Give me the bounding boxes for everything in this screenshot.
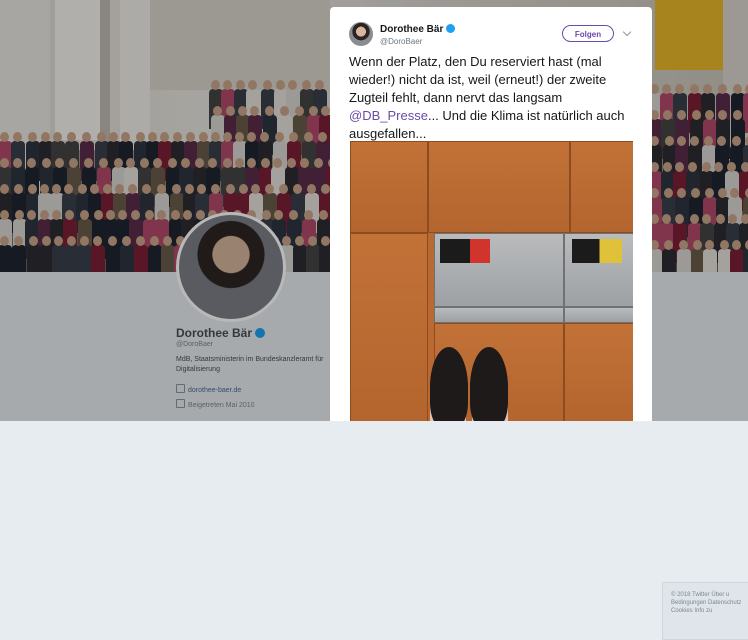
tweet-modal: Dorothee Bär @DoroBaer Folgen Wenn der P… (330, 7, 652, 421)
follow-button[interactable]: Folgen (562, 25, 614, 42)
tweet-author-avatar[interactable] (349, 22, 373, 46)
chevron-down-icon[interactable] (622, 27, 632, 37)
tweet-author-handle[interactable]: @DoroBaer (380, 37, 422, 46)
footer-links: © 2018 Twitter Über u Bedingungen Datens… (662, 582, 748, 640)
footer-line[interactable]: Bedingungen Datenschutz (663, 599, 748, 607)
verified-badge-icon (446, 24, 456, 33)
tweet-text: Wenn der Platz, den Du reserviert hast (… (349, 54, 625, 141)
footer-line[interactable]: © 2018 Twitter Über u (663, 591, 748, 599)
tweet-photo[interactable] (350, 141, 633, 421)
mention-link[interactable]: @DB_Presse (349, 108, 428, 123)
tweet-author-name[interactable]: Dorothee Bär (380, 24, 456, 35)
footer-line[interactable]: Cookies Info zu (663, 607, 748, 615)
